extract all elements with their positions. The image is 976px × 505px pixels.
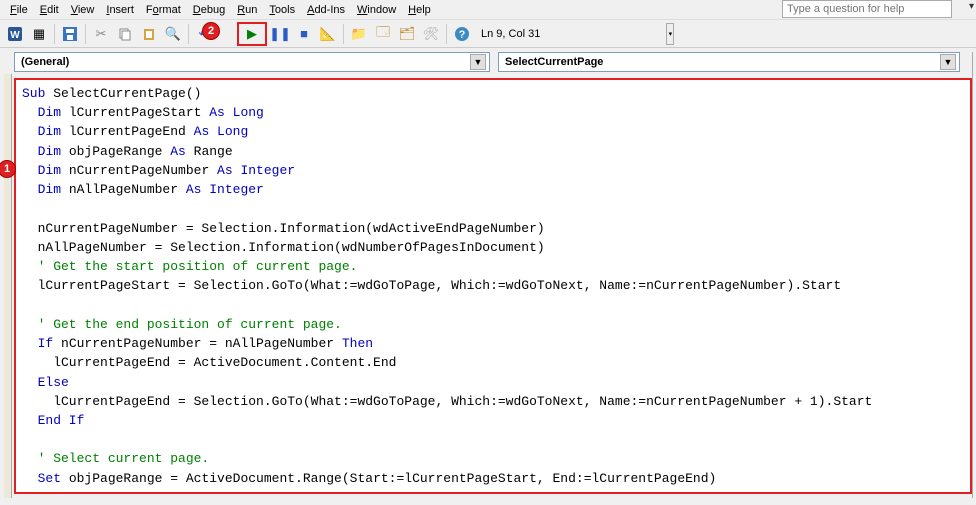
find-icon[interactable]: 🔍 bbox=[162, 23, 184, 45]
annotation-2-badge: 2 bbox=[202, 22, 220, 40]
menubar: File Edit View Insert Format Debug Run T… bbox=[0, 0, 976, 20]
menu-help[interactable]: Help bbox=[402, 2, 437, 18]
paste-icon[interactable] bbox=[138, 23, 160, 45]
menu-edit[interactable]: Edit bbox=[34, 2, 65, 18]
menu-file[interactable]: File bbox=[4, 2, 34, 18]
help-search-dropdown-icon[interactable]: ▾ bbox=[969, 1, 974, 12]
run-icon[interactable]: ▶ bbox=[241, 23, 263, 45]
chevron-down-icon: ▼ bbox=[940, 54, 956, 70]
svg-text:?: ? bbox=[459, 29, 466, 41]
cursor-position: Ln 9, Col 31 bbox=[481, 28, 540, 40]
toolbar: W ▦ ✂ 🔍 ↶ 2 ▶ ❚❚ ■ 📐 📁 🗔 🗂 🛠 ? Ln 9, Col… bbox=[0, 20, 976, 48]
object-dropdown-value: (General) bbox=[21, 56, 69, 68]
code-editor[interactable]: Sub SelectCurrentPage() Dim lCurrentPage… bbox=[22, 84, 964, 494]
chevron-down-icon: ▼ bbox=[470, 54, 486, 70]
menu-addins[interactable]: Add-Ins bbox=[301, 2, 351, 18]
menu-run[interactable]: Run bbox=[231, 2, 263, 18]
view-code-icon[interactable]: ▦ bbox=[28, 23, 50, 45]
help-search-input[interactable] bbox=[782, 0, 952, 18]
properties-icon[interactable]: 🗔 bbox=[372, 23, 394, 45]
toolbar-overflow-icon[interactable]: ▾ bbox=[666, 23, 674, 45]
toolbox-icon[interactable]: 🛠 bbox=[420, 23, 442, 45]
menu-view[interactable]: View bbox=[65, 2, 101, 18]
procedure-dropdown-value: SelectCurrentPage bbox=[505, 56, 603, 68]
copy-icon[interactable] bbox=[114, 23, 136, 45]
object-browser-icon[interactable]: 🗂 bbox=[396, 23, 418, 45]
menu-insert[interactable]: Insert bbox=[100, 2, 140, 18]
run-button-highlight: ▶ bbox=[237, 22, 267, 46]
object-procedure-bar: (General) ▼ SelectCurrentPage ▼ bbox=[0, 48, 976, 76]
menu-tools[interactable]: Tools bbox=[263, 2, 301, 18]
save-icon[interactable] bbox=[59, 23, 81, 45]
object-dropdown[interactable]: (General) ▼ bbox=[14, 52, 490, 72]
menu-window[interactable]: Window bbox=[351, 2, 402, 18]
design-mode-icon[interactable]: 📐 bbox=[317, 23, 339, 45]
scrollbar-track[interactable] bbox=[972, 52, 976, 498]
menu-debug[interactable]: Debug bbox=[187, 2, 231, 18]
project-explorer-icon[interactable]: 📁 bbox=[348, 23, 370, 45]
break-icon[interactable]: ❚❚ bbox=[269, 23, 291, 45]
cut-icon[interactable]: ✂ bbox=[90, 23, 112, 45]
word-icon[interactable]: W bbox=[4, 23, 26, 45]
svg-text:W: W bbox=[10, 30, 20, 41]
procedure-dropdown[interactable]: SelectCurrentPage ▼ bbox=[498, 52, 960, 72]
help-icon[interactable]: ? bbox=[451, 23, 473, 45]
menu-format[interactable]: Format bbox=[140, 2, 187, 18]
reset-icon[interactable]: ■ bbox=[293, 23, 315, 45]
code-editor-highlight: Sub SelectCurrentPage() Dim lCurrentPage… bbox=[14, 78, 972, 494]
code-margin bbox=[4, 74, 12, 498]
